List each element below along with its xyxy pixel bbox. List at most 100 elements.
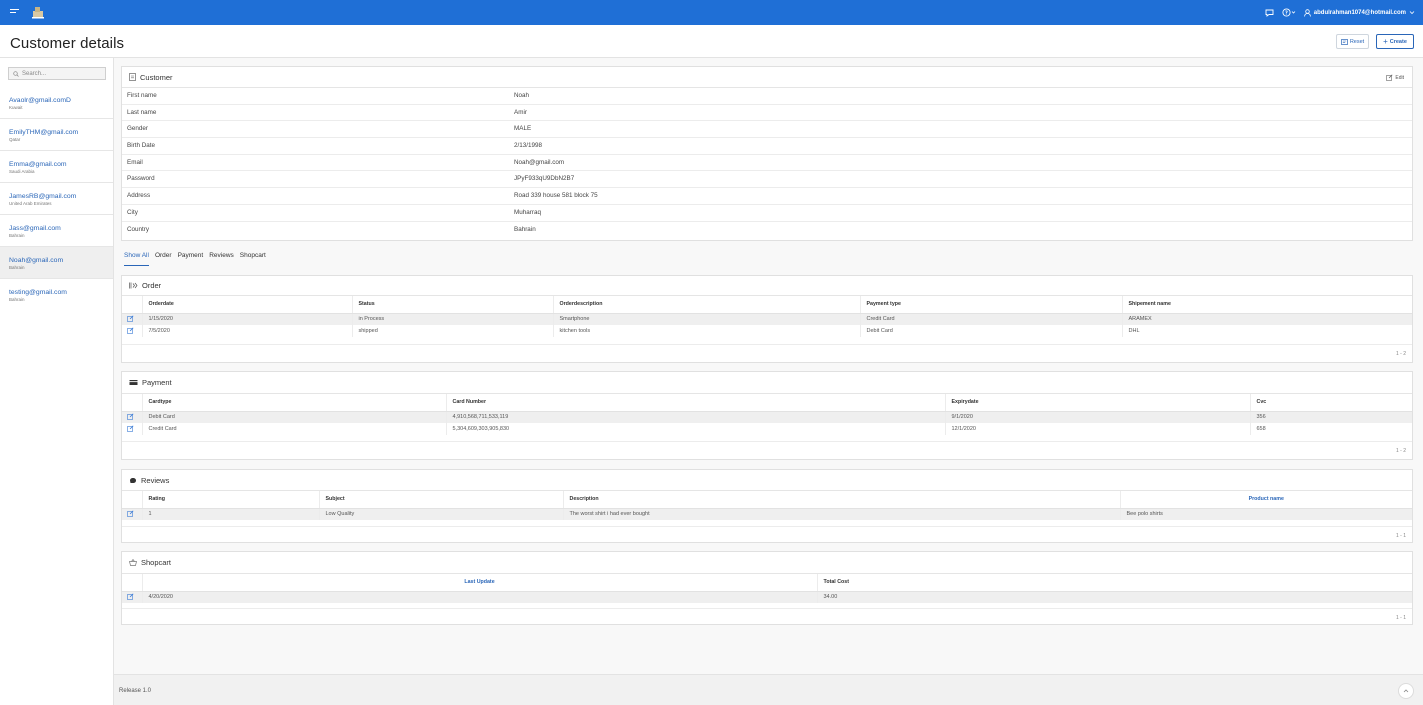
search-input[interactable]: Search... — [8, 67, 106, 80]
customer-field-row: Gender MALE — [122, 121, 1412, 139]
column-header[interactable]: Rating — [142, 491, 320, 509]
customer-list-item[interactable]: Jass@gmail.com Bahrain — [0, 215, 113, 247]
column-header[interactable]: Orderdate — [142, 296, 353, 314]
customer-list-item[interactable]: EmilyTHM@gmail.com Qatar — [0, 119, 113, 151]
user-menu[interactable]: abdulrahman1074@hotmail.com — [1303, 8, 1415, 17]
customer-email: Emma@gmail.com — [9, 161, 67, 168]
column-header[interactable]: Payment type — [860, 296, 1123, 314]
edit-icon — [1386, 74, 1393, 81]
row-edit-icon[interactable] — [122, 423, 143, 435]
field-value: Road 339 house 581 block 75 — [514, 192, 598, 200]
column-header[interactable]: Subject — [319, 491, 564, 509]
column-header[interactable]: Orderdescription — [553, 296, 861, 314]
edit-column-header — [122, 296, 143, 314]
column-header[interactable]: Product name — [1120, 491, 1412, 509]
column-header[interactable]: Total Cost — [817, 574, 1412, 592]
chevron-up-icon — [1403, 689, 1409, 693]
payment-table: Cardtype Card Number Expirydate Cvc Debi… — [122, 394, 1412, 435]
reviews-table: Rating Subject Description Product name … — [122, 491, 1412, 520]
tab-show-all[interactable]: Show All — [124, 252, 149, 266]
footer: Release 1.0 — [114, 674, 1423, 705]
table-cell: 658 — [1256, 426, 1266, 432]
field-label: Last name — [127, 108, 157, 116]
tab-shopcart[interactable]: Shopcart — [240, 252, 266, 266]
payment-card-header: Payment — [122, 372, 1412, 394]
edit-column-header — [122, 491, 143, 509]
reviews-card-title: Reviews — [141, 475, 170, 485]
customer-list-item[interactable]: Emma@gmail.com Saudi Arabia — [0, 151, 113, 183]
pagination: 1 - 1 — [122, 526, 1412, 542]
customer-country: United Arab Emirates — [9, 201, 52, 206]
customer-field-row: Address Road 339 house 581 block 75 — [122, 188, 1412, 205]
release-label: Release 1.0 — [119, 688, 152, 694]
field-label: Country — [127, 225, 150, 233]
edit-label: Edit — [1395, 74, 1404, 81]
table-row: 4/20/2020 34.00 — [122, 591, 1412, 603]
shopcart-table: Last Update Total Cost 4/20/2020 34.00 — [122, 574, 1412, 603]
row-edit-icon[interactable] — [122, 591, 143, 603]
customer-list-item[interactable]: Avaolr@gmail.comD Kuwait — [0, 87, 113, 119]
column-header[interactable]: Cardtype — [142, 394, 447, 412]
customer-list-item-selected[interactable]: Noah@gmail.com Bahrain — [0, 247, 113, 279]
scroll-top-button[interactable] — [1398, 683, 1414, 699]
order-icon — [129, 282, 138, 289]
menu-icon[interactable] — [10, 9, 19, 16]
tab-order[interactable]: Order — [155, 252, 172, 266]
customer-country: Bahrain — [9, 233, 25, 238]
section-tabs: Show All Order Payment Reviews Shopcart — [124, 252, 266, 266]
customer-card-title: Customer — [140, 72, 173, 82]
column-header[interactable]: Shipement name — [1122, 296, 1412, 314]
search-placeholder: Search... — [22, 70, 47, 77]
pagination-range: 1 - 1 — [1395, 615, 1406, 621]
column-header[interactable]: Expirydate — [945, 394, 1251, 412]
customer-country: Saudi Arabia — [9, 169, 35, 174]
order-table: Orderdate Status Orderdescription Paymen… — [122, 296, 1412, 337]
table-cell: 1/15/2020 — [142, 313, 353, 325]
row-edit-icon[interactable] — [122, 313, 143, 325]
help-icon[interactable]: ? — [1282, 8, 1296, 17]
order-card-header: Order — [122, 276, 1412, 296]
tab-payment[interactable]: Payment — [178, 252, 204, 266]
create-button[interactable]: + Create — [1376, 34, 1414, 49]
row-edit-icon[interactable] — [122, 325, 143, 337]
edit-column-header — [122, 574, 143, 592]
table-cell: 34.00 — [817, 591, 1412, 603]
column-header[interactable]: Description — [563, 491, 1121, 509]
customer-list-item[interactable]: JamesRB@gmail.com United Arab Emirates — [0, 183, 113, 215]
table-cell: Debit Card — [142, 411, 447, 423]
page-title: Customer details — [10, 35, 125, 52]
chat-icon[interactable] — [1265, 9, 1274, 17]
user-email: abdulrahman1074@hotmail.com — [1313, 9, 1406, 16]
column-header[interactable]: Status — [352, 296, 554, 314]
table-cell: kitchen tools — [553, 325, 861, 337]
reset-icon — [1340, 38, 1348, 45]
table-cell: 9/1/2020 — [945, 411, 1251, 423]
customer-list: Avaolr@gmail.comD Kuwait EmilyTHM@gmail.… — [0, 87, 113, 311]
field-label: Email — [127, 158, 143, 166]
user-icon — [1303, 8, 1311, 17]
payment-card: Payment Cardtype Card Number Expirydate … — [121, 371, 1413, 460]
edit-customer-button[interactable]: Edit — [1386, 74, 1404, 81]
customer-email: testing@gmail.com — [9, 289, 67, 296]
field-label: Password — [127, 175, 155, 183]
field-label: First name — [127, 92, 157, 99]
table-cell: 5,304,609,303,905,830 — [446, 423, 946, 435]
row-edit-icon[interactable] — [122, 508, 143, 520]
table-cell: 1 — [142, 508, 320, 520]
customer-icon — [129, 73, 136, 81]
table-cell: 4,910,568,711,533,119 — [446, 411, 946, 423]
row-edit-icon[interactable] — [122, 411, 143, 423]
field-value: 2/13/1998 — [514, 142, 543, 150]
table-row: 7/5/2020 shipped kitchen tools Debit Car… — [122, 325, 1412, 337]
customer-list-item[interactable]: testing@gmail.com Bahrain — [0, 279, 113, 311]
column-header[interactable]: Card Number — [446, 394, 946, 412]
app-logo-icon[interactable] — [31, 5, 45, 19]
field-value: JPyF933qU9DbN2B7 — [514, 175, 575, 183]
field-value: Noah@gmail.com — [514, 158, 565, 166]
tab-reviews[interactable]: Reviews — [209, 252, 234, 266]
reset-button[interactable]: Reset — [1336, 34, 1369, 49]
column-header[interactable]: Last Update — [142, 574, 818, 592]
table-cell: 12/1/2020 — [945, 423, 1251, 435]
shopcart-card-header: Shopcart — [122, 552, 1412, 574]
column-header[interactable]: Cvc — [1250, 394, 1412, 412]
